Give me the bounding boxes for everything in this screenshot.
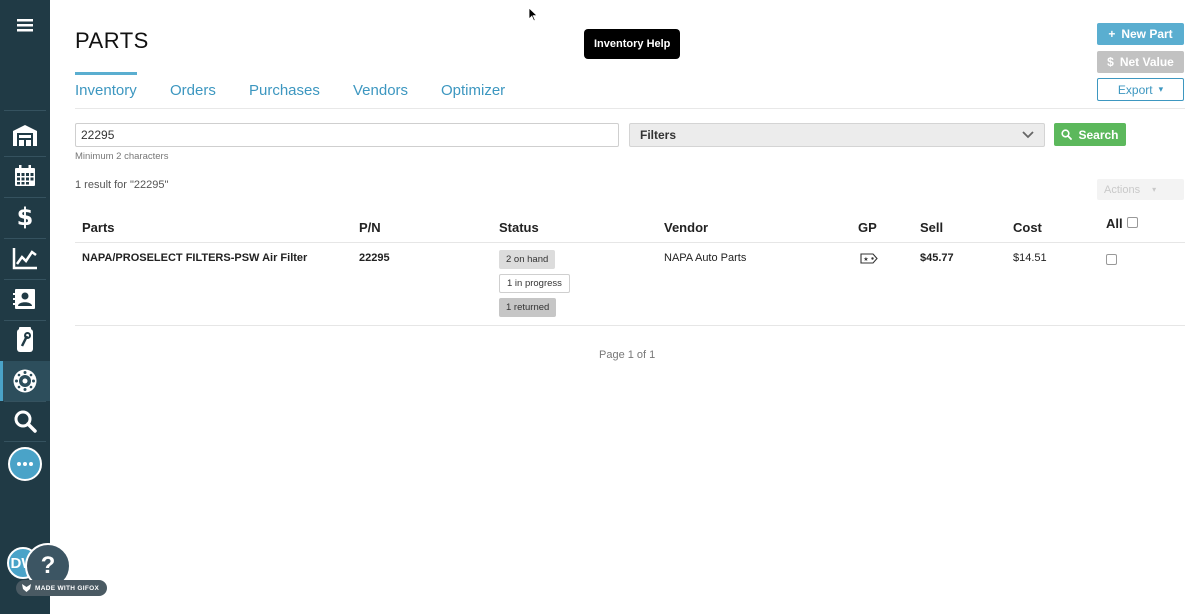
gifox-watermark: MADE WITH GIFOX: [16, 580, 108, 596]
chat-button[interactable]: [8, 447, 42, 481]
fox-icon: [22, 584, 31, 592]
app-window: $ DW ? MADE WITH GIFOX PARTS Inventory H…: [0, 0, 1200, 614]
search-icon: [1061, 129, 1073, 140]
search-hint: Minimum 2 characters: [75, 151, 169, 162]
filters-label: Filters: [640, 128, 677, 142]
dollar-icon: $: [17, 204, 34, 230]
sidebar-item-calendar[interactable]: [0, 156, 50, 196]
search-button[interactable]: Search: [1054, 123, 1126, 146]
svg-text:$: $: [17, 204, 34, 230]
search-input-value: 22295: [81, 128, 115, 142]
new-part-button[interactable]: + New Part: [1097, 23, 1184, 45]
help-label: ?: [40, 552, 56, 579]
sidebar-divider: [4, 441, 46, 442]
tab-vendors[interactable]: Vendors: [353, 82, 408, 99]
chevron-down-icon: [1022, 131, 1034, 139]
caret-down-icon: ▾: [1152, 185, 1157, 194]
status-badge-on-hand: 2 on hand: [499, 250, 556, 269]
actions-label: Actions: [1104, 183, 1141, 196]
svg-text:★: ★: [863, 256, 868, 263]
mouse-cursor-icon: [528, 7, 538, 22]
row-divider: [75, 325, 1185, 326]
column-header-sell[interactable]: Sell: [920, 220, 943, 235]
sidebar: $ DW: [0, 0, 50, 614]
search-input[interactable]: 22295: [75, 123, 619, 147]
gifox-label: MADE WITH GIFOX: [35, 584, 100, 592]
tooltip-text: Inventory Help: [594, 38, 671, 50]
export-button[interactable]: Export ▾: [1097, 78, 1184, 101]
part-number: 22295: [359, 252, 390, 264]
row-checkbox[interactable]: [1106, 254, 1117, 265]
sidebar-item-parts[interactable]: [0, 320, 50, 360]
tag-icon[interactable]: ★: [860, 253, 878, 264]
tab-inventory[interactable]: Inventory: [75, 82, 137, 99]
select-all-checkbox[interactable]: [1127, 217, 1138, 228]
chart-icon: [12, 248, 37, 270]
sidebar-item-reports[interactable]: [0, 238, 50, 278]
sidebar-divider: [4, 110, 46, 111]
contacts-icon: [13, 289, 35, 309]
vendor-name: NAPA Auto Parts: [664, 252, 747, 264]
column-header-vendor[interactable]: Vendor: [664, 220, 708, 235]
menu-button[interactable]: [0, 5, 50, 45]
status-badge-returned: 1 returned: [499, 298, 557, 317]
tire-icon: [13, 369, 37, 393]
part-name[interactable]: NAPA/PROSELECT FILTERS-PSW Air Filter: [82, 252, 307, 264]
plus-icon: +: [1108, 27, 1116, 41]
actions-button[interactable]: Actions ▾: [1097, 179, 1184, 200]
column-header-status[interactable]: Status: [499, 220, 539, 235]
menu-icon: [17, 19, 33, 32]
column-header-parts[interactable]: Parts: [82, 220, 115, 235]
sell-price: $45.77: [920, 252, 954, 264]
pagination: Page 1 of 1: [599, 349, 656, 361]
column-header-pn[interactable]: P/N: [359, 220, 381, 235]
inventory-help-tooltip[interactable]: Inventory Help: [584, 29, 681, 59]
sidebar-item-search[interactable]: [0, 401, 50, 441]
active-tab-indicator: [75, 72, 137, 75]
export-label: Export: [1117, 82, 1153, 97]
cost-price: $14.51: [1013, 252, 1047, 264]
status-badge-in-progress: 1 in progress: [499, 274, 570, 293]
tabs-divider: [75, 108, 1185, 109]
new-part-label: New Part: [1121, 27, 1173, 41]
column-header-gp[interactable]: GP: [858, 220, 877, 235]
tab-purchases[interactable]: Purchases: [249, 82, 320, 99]
dollar-icon: $: [1107, 55, 1114, 69]
calendar-icon: [15, 165, 35, 186]
net-value-button[interactable]: $ Net Value: [1097, 51, 1184, 73]
page-title: PARTS: [75, 28, 149, 53]
filters-dropdown[interactable]: Filters: [629, 123, 1045, 147]
tab-orders[interactable]: Orders: [170, 82, 216, 99]
column-header-all: All: [1106, 216, 1123, 231]
parts-icon: [17, 327, 33, 352]
sidebar-item-shop[interactable]: [0, 115, 50, 155]
sidebar-item-contacts[interactable]: [0, 279, 50, 319]
result-count: 1 result for "22295": [75, 179, 169, 191]
sidebar-item-billing[interactable]: $: [0, 197, 50, 237]
shop-icon: [13, 125, 37, 146]
sidebar-item-inventory[interactable]: [0, 361, 50, 401]
net-value-label: Net Value: [1119, 55, 1174, 69]
tab-optimizer[interactable]: Optimizer: [441, 82, 505, 99]
search-button-label: Search: [1078, 127, 1119, 142]
header-divider: [75, 242, 1185, 243]
search-icon: [14, 410, 37, 433]
caret-down-icon: ▾: [1158, 84, 1164, 94]
chat-icon: [17, 462, 33, 466]
column-header-cost[interactable]: Cost: [1013, 220, 1042, 235]
